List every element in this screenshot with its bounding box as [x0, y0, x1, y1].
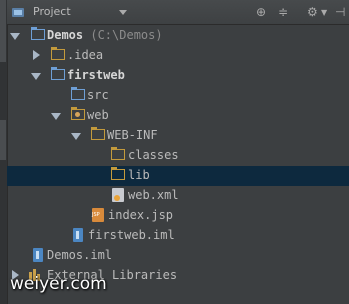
hide-icon[interactable]: ⊣: [335, 5, 345, 19]
collapse-icon[interactable]: ≑: [278, 5, 288, 19]
tree-node-idea[interactable]: .idea: [7, 46, 349, 66]
tree-label-src: src: [87, 88, 109, 102]
tree-label-webxml: web.xml: [128, 188, 179, 202]
tree-node-demos-iml[interactable]: Demos.iml: [7, 246, 349, 266]
iml-file-icon: [73, 228, 83, 242]
gear-icon[interactable]: ⚙: [307, 5, 318, 19]
tree-node-lib[interactable]: lib: [7, 166, 349, 186]
jsp-file-icon: [92, 208, 104, 222]
tree-node-classes[interactable]: classes: [7, 146, 349, 166]
module-folder-icon: [31, 27, 45, 40]
iml-file-icon: [33, 248, 43, 262]
folder-icon: [111, 167, 125, 180]
xml-file-icon: [112, 188, 124, 202]
tree-node-firstweb[interactable]: firstweb: [7, 66, 349, 86]
collapse-arrow-icon[interactable]: [33, 50, 40, 60]
tree-label-demos-iml: Demos.iml: [47, 248, 113, 262]
tree-node-web[interactable]: web: [7, 106, 349, 126]
folder-icon: [111, 147, 125, 160]
expand-arrow-icon[interactable]: [10, 33, 20, 40]
panel-title[interactable]: Project: [33, 5, 71, 18]
tree-label-firstweb: firstweb: [67, 68, 125, 82]
source-folder-icon: [71, 87, 85, 100]
web-folder-icon: [71, 107, 85, 120]
expand-arrow-icon[interactable]: [31, 73, 41, 80]
folder-icon: [91, 127, 105, 140]
tree-label-firstweb-iml: firstweb.iml: [88, 228, 175, 242]
tree-node-firstweb-iml[interactable]: firstweb.iml: [7, 226, 349, 246]
tree-label-classes: classes: [128, 148, 179, 162]
tree-node-src[interactable]: src: [7, 86, 349, 106]
tree-label-demos: Demos: [47, 28, 84, 42]
watermark-text: weiyer.com: [10, 274, 107, 294]
tree-node-webxml[interactable]: web.xml: [7, 186, 349, 206]
target-icon[interactable]: ⊕: [256, 5, 266, 19]
view-dropdown-icon[interactable]: [119, 10, 127, 15]
expand-arrow-icon[interactable]: [71, 133, 81, 140]
module-folder-icon: [51, 67, 65, 80]
project-panel-header: Project ⊕ ≑ ⚙ ▼ ⊣: [7, 0, 349, 25]
gear-dropdown-icon[interactable]: ▼: [321, 8, 327, 17]
structure-tool-tab[interactable]: [0, 120, 6, 160]
tree-label-indexjsp: index.jsp: [108, 208, 174, 222]
tree-label-lib: lib: [128, 168, 150, 182]
tree-label-web: web: [87, 108, 109, 122]
folder-icon: [51, 47, 65, 60]
tree-node-indexjsp[interactable]: index.jsp: [7, 206, 349, 226]
tree-label-idea: .idea: [67, 48, 104, 62]
tree-node-demos[interactable]: Demos (C:\Demos): [7, 26, 349, 46]
tree-root-path: (C:\Demos): [90, 28, 163, 42]
project-icon: [12, 8, 24, 17]
tree-node-webinf[interactable]: WEB-INF: [7, 126, 349, 146]
project-tool-tab[interactable]: [0, 0, 6, 62]
expand-arrow-icon[interactable]: [51, 113, 61, 120]
tree-label-webinf: WEB-INF: [107, 128, 158, 142]
